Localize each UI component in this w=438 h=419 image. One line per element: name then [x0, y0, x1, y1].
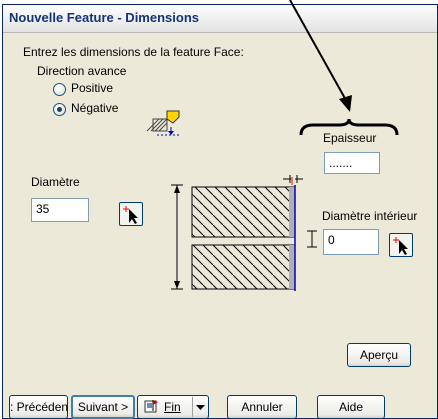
title-bar: Nouvelle Feature - Dimensions — [3, 5, 437, 33]
diametre-interieur-label: Diamètre intérieur — [322, 209, 418, 223]
diametre-pick-button[interactable] — [119, 202, 143, 226]
instructions-text: Entrez les dimensions de la feature Face… — [23, 45, 244, 59]
precedent-button[interactable]: : Précéden — [9, 395, 68, 419]
chevron-down-icon[interactable] — [196, 405, 205, 411]
aide-button[interactable]: Aide — [317, 395, 385, 419]
diametre-field[interactable]: 35 — [31, 198, 89, 222]
direction-label: Direction avance — [37, 64, 127, 78]
fin-button[interactable]: Fin — [137, 395, 209, 419]
suivant-button[interactable]: Suivant > — [71, 395, 135, 419]
epaisseur-field[interactable]: ....... — [324, 152, 380, 174]
radio-positive-label[interactable]: Positive — [71, 81, 113, 95]
annuler-button[interactable]: Annuler — [227, 395, 297, 419]
radio-positive[interactable] — [53, 83, 66, 96]
apercu-button[interactable]: Aperçu — [347, 343, 411, 367]
cursor-pick-icon — [123, 206, 138, 224]
diametre-label: Diamètre — [31, 175, 80, 189]
flag-icon — [144, 400, 158, 413]
diametre-interieur-pick-button[interactable] — [389, 233, 413, 257]
fin-label: Fin — [164, 400, 181, 414]
radio-negative[interactable] — [53, 103, 66, 116]
tool-direction-icon — [146, 110, 181, 136]
part-section-diagram — [171, 175, 317, 291]
epaisseur-label: Epaisseur — [323, 131, 377, 145]
window-title: Nouvelle Feature - Dimensions — [9, 10, 199, 25]
dimensions-dialog: Nouvelle Feature - Dimensions Entrez les… — [2, 4, 438, 419]
diametre-interieur-field[interactable]: 0 — [323, 229, 379, 255]
split-divider — [192, 397, 193, 417]
radio-negative-label[interactable]: Négative — [71, 101, 118, 115]
cursor-pick-icon — [393, 237, 408, 255]
